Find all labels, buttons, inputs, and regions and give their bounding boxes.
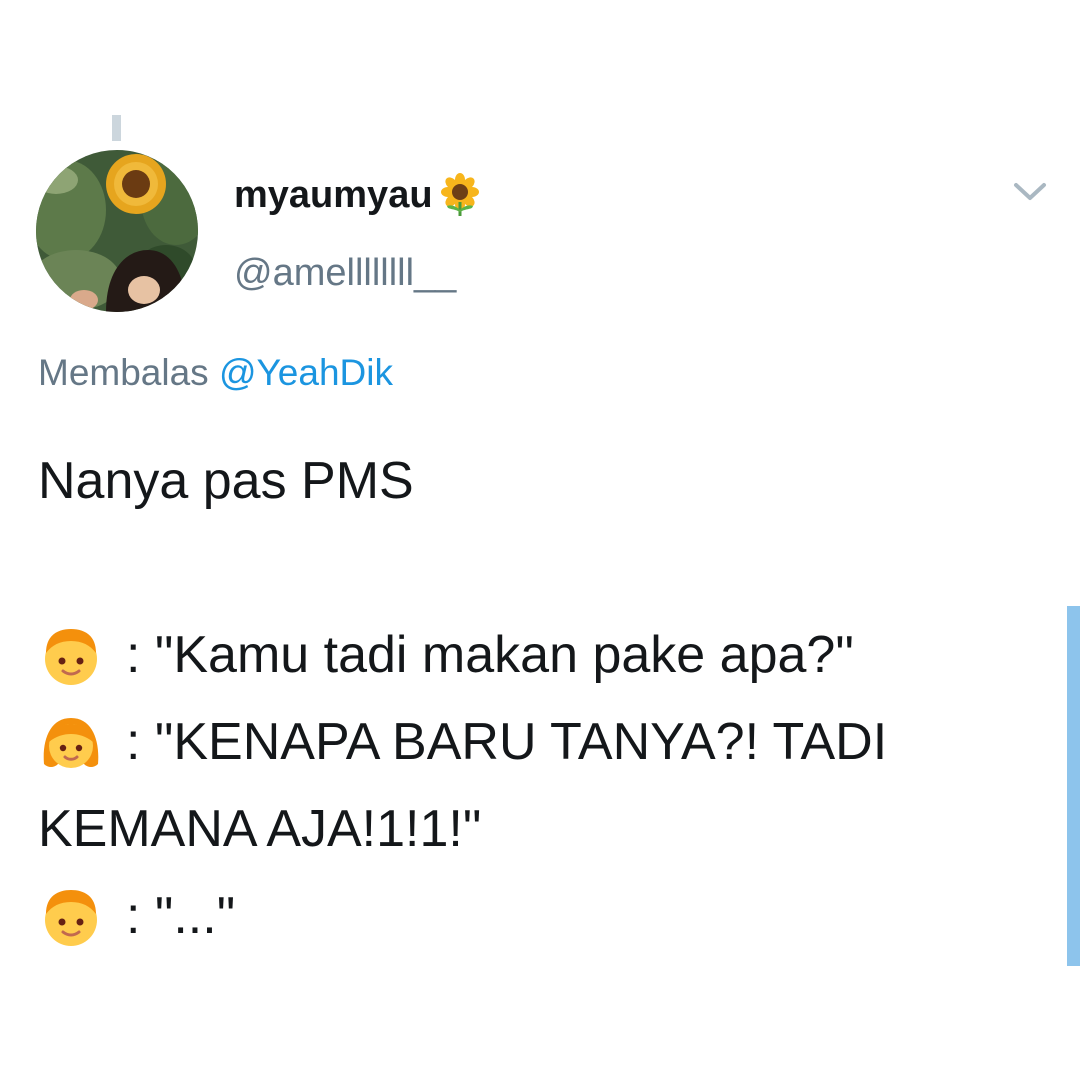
scroll-indicator[interactable] [1067, 606, 1080, 966]
tweet-text: Nanya pas PMS : "Kamu tadi makan pake ap… [38, 438, 1048, 960]
chevron-down-icon [1013, 182, 1047, 207]
tweet-line-text: Nanya pas PMS [38, 452, 414, 510]
girl-emoji-icon [38, 710, 104, 776]
tweet-line-text: : "KENAPA BARU TANYA?! TADI [126, 713, 888, 771]
tweet-line: : "KENAPA BARU TANYA?! TADI [38, 699, 1048, 786]
user-handle[interactable]: @amellllllll__ [234, 252, 456, 295]
boy-emoji-icon [38, 884, 104, 950]
tweet-line-text: KEMANA AJA!1!1!" [38, 800, 482, 858]
tweet-line: Nanya pas PMS [38, 438, 1048, 525]
display-name-text: myaumyau [234, 173, 433, 216]
tweet-line: : "..." [38, 873, 1048, 960]
tweet-menu-button[interactable] [1008, 172, 1052, 216]
avatar[interactable] [36, 150, 198, 312]
tweet-line-text: : "..." [126, 887, 236, 945]
boy-emoji-icon [38, 623, 104, 689]
reply-mention-link[interactable]: @YeahDik [219, 352, 393, 393]
sunflower-icon [437, 172, 483, 218]
reply-context: Membalas @YeahDik [38, 352, 393, 394]
tweet-line: KEMANA AJA!1!1!" [38, 786, 1048, 873]
display-name[interactable]: myaumyau [234, 172, 483, 218]
tweet-line: : "Kamu tadi makan pake apa?" [38, 612, 1048, 699]
tweet-line-text: : "Kamu tadi makan pake apa?" [126, 626, 854, 684]
thread-connector-line [112, 115, 121, 141]
reply-prefix: Membalas [38, 352, 209, 393]
